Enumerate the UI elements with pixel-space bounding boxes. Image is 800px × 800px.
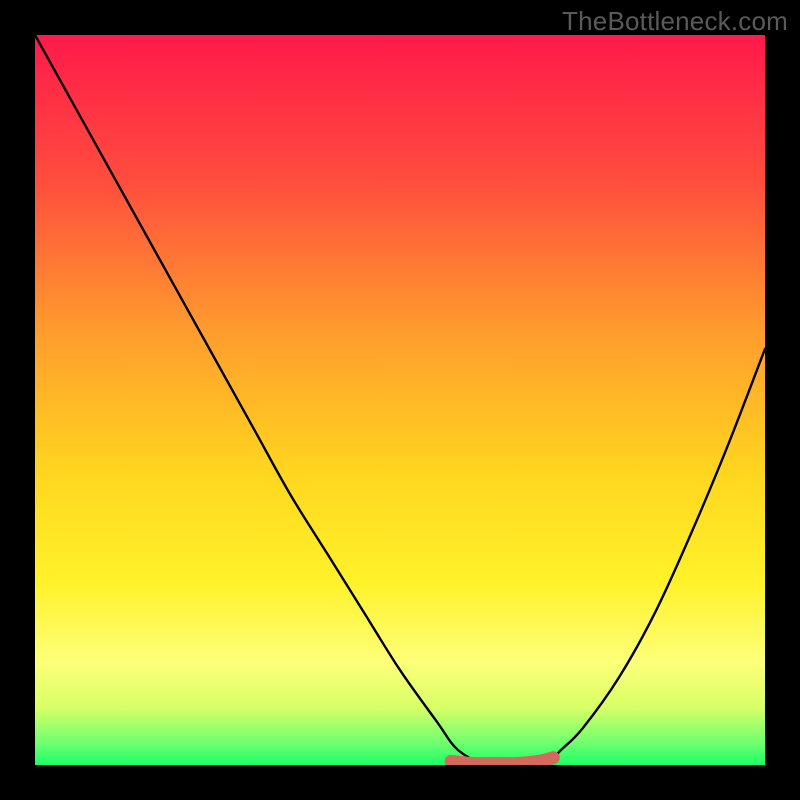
chart-frame: TheBottleneck.com bbox=[0, 0, 800, 800]
plot-area bbox=[35, 35, 765, 765]
bottleneck-chart bbox=[35, 35, 765, 765]
watermark-label: TheBottleneck.com bbox=[562, 6, 788, 37]
